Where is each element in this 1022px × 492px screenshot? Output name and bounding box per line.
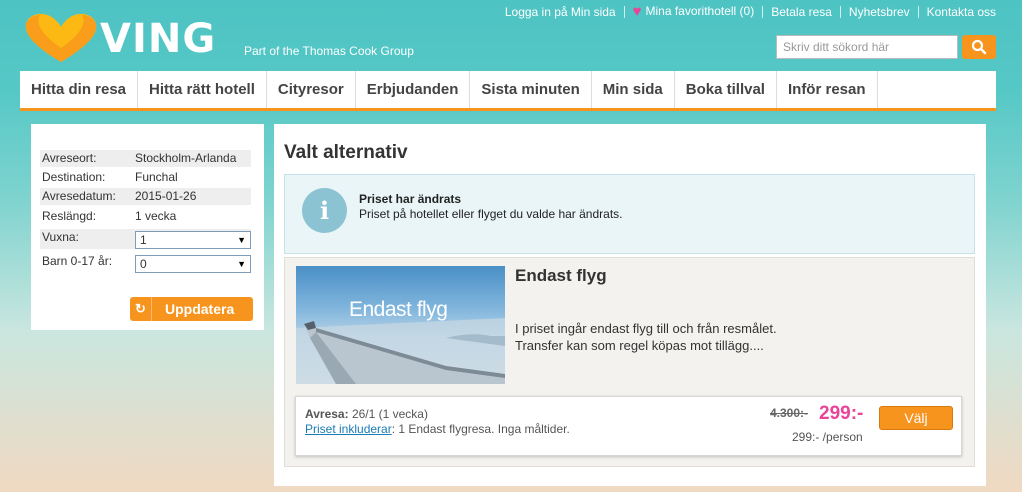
summary-label: Destination:	[42, 170, 106, 184]
newsletter-link[interactable]: Nyhetsbrev	[841, 5, 918, 19]
update-label: Uppdatera	[165, 301, 235, 317]
nav-erbjudanden[interactable]: Erbjudanden	[356, 71, 471, 108]
booking-row: Avresa: 26/1 (1 vecka) Priset inkluderar…	[295, 396, 962, 456]
search-icon	[971, 39, 987, 55]
price-includes-text: : 1 Endast flygresa. Inga måltider.	[391, 422, 570, 436]
update-button[interactable]: ↻ Uppdatera	[130, 297, 253, 321]
nav-sista-minuten[interactable]: Sista minuten	[470, 71, 592, 108]
brand-tagline: Part of the Thomas Cook Group	[244, 44, 414, 58]
contact-link[interactable]: Kontakta oss	[919, 5, 996, 19]
old-price: 4.300:-	[770, 406, 809, 420]
price-changed-notice: i Priset har ändrats Priset på hotellet …	[284, 174, 975, 254]
heart-logo-icon	[25, 13, 97, 62]
summary-row: Reslängd: 1 vecka	[40, 208, 251, 225]
refresh-icon: ↻	[130, 297, 152, 321]
summary-row: Avresedatum: 2015-01-26	[40, 188, 251, 205]
nav-hitta-din-resa[interactable]: Hitta din resa	[20, 71, 139, 108]
top-links: Logga in på Min sida ♥ Mina favorithotell…	[497, 3, 996, 20]
selected-option-panel: Valt alternativ i Priset har ändrats Pri…	[274, 124, 986, 486]
select-button[interactable]: Välj	[879, 406, 953, 430]
summary-label: Reslängd:	[42, 209, 97, 223]
pay-trip-link[interactable]: Betala resa	[763, 5, 840, 19]
summary-value: 1 vecka	[135, 209, 177, 223]
departure-label: Avresa:	[305, 407, 349, 421]
brand-wordmark: VING	[100, 16, 217, 62]
notice-text: Priset på hotellet eller flyget du valde…	[359, 207, 623, 221]
departure-info: Avresa: 26/1 (1 vecka)	[305, 407, 428, 421]
summary-row: Destination: Funchal	[40, 169, 251, 186]
summary-value: Stockholm-Arlanda	[135, 151, 237, 165]
summary-value: Funchal	[135, 170, 178, 184]
favorites-link[interactable]: ♥ Mina favorithotell (0)	[625, 3, 763, 20]
adults-label: Vuxna:	[42, 230, 79, 244]
login-link[interactable]: Logga in på Min sida	[497, 5, 624, 19]
search-summary-panel: Avreseort: Stockholm-Arlanda Destination…	[31, 124, 264, 330]
heart-icon: ♥	[632, 3, 642, 20]
departure-value: 26/1 (1 vecka)	[351, 407, 428, 421]
main-nav: Hitta din resa Hitta rätt hotell Cityres…	[20, 71, 996, 111]
dropdown-arrow-icon: ▼	[237, 259, 246, 269]
children-value: 0	[140, 257, 147, 271]
summary-label: Avresedatum:	[42, 189, 116, 203]
offer-image-caption: Endast flyg	[349, 298, 448, 321]
offer-card: Endast flyg Endast flyg I priset ingår e…	[284, 257, 975, 467]
price-includes-link[interactable]: Priset inkluderar	[305, 422, 392, 436]
nav-infor-resan[interactable]: Inför resan	[777, 71, 878, 108]
offer-description: I priset ingår endast flyg till och från…	[515, 321, 777, 353]
nav-boka-tillval[interactable]: Boka tillval	[675, 71, 777, 108]
offer-image: Endast flyg	[296, 266, 505, 384]
nav-hitta-ratt-hotell[interactable]: Hitta rätt hotell	[138, 71, 267, 108]
adults-select[interactable]: 1 ▼	[135, 231, 251, 249]
dropdown-arrow-icon: ▼	[237, 235, 246, 245]
price-per-person: 299:- /person	[792, 430, 863, 444]
summary-value: 2015-01-26	[135, 189, 197, 203]
children-label: Barn 0-17 år:	[42, 254, 113, 268]
favorites-label: Mina favorithotell (0)	[645, 4, 755, 18]
nav-cityresor[interactable]: Cityresor	[267, 71, 356, 108]
adults-value: 1	[140, 233, 147, 247]
summary-label: Avreseort:	[42, 151, 97, 165]
page-title: Valt alternativ	[284, 142, 408, 163]
search-button[interactable]	[962, 35, 996, 59]
ving-logo[interactable]: VING	[24, 10, 224, 66]
airplane-wing-icon	[296, 318, 505, 384]
children-select[interactable]: 0 ▼	[135, 255, 251, 273]
summary-row: Avreseort: Stockholm-Arlanda	[40, 150, 251, 167]
new-price: 299:-	[819, 403, 864, 424]
search-input[interactable]	[776, 35, 958, 59]
price-includes: Priset inkluderar: 1 Endast flygresa. In…	[305, 422, 570, 436]
notice-title: Priset har ändrats	[359, 192, 462, 206]
nav-min-sida[interactable]: Min sida	[592, 71, 675, 108]
info-icon: i	[302, 188, 347, 233]
offer-title: Endast flyg	[515, 266, 607, 285]
